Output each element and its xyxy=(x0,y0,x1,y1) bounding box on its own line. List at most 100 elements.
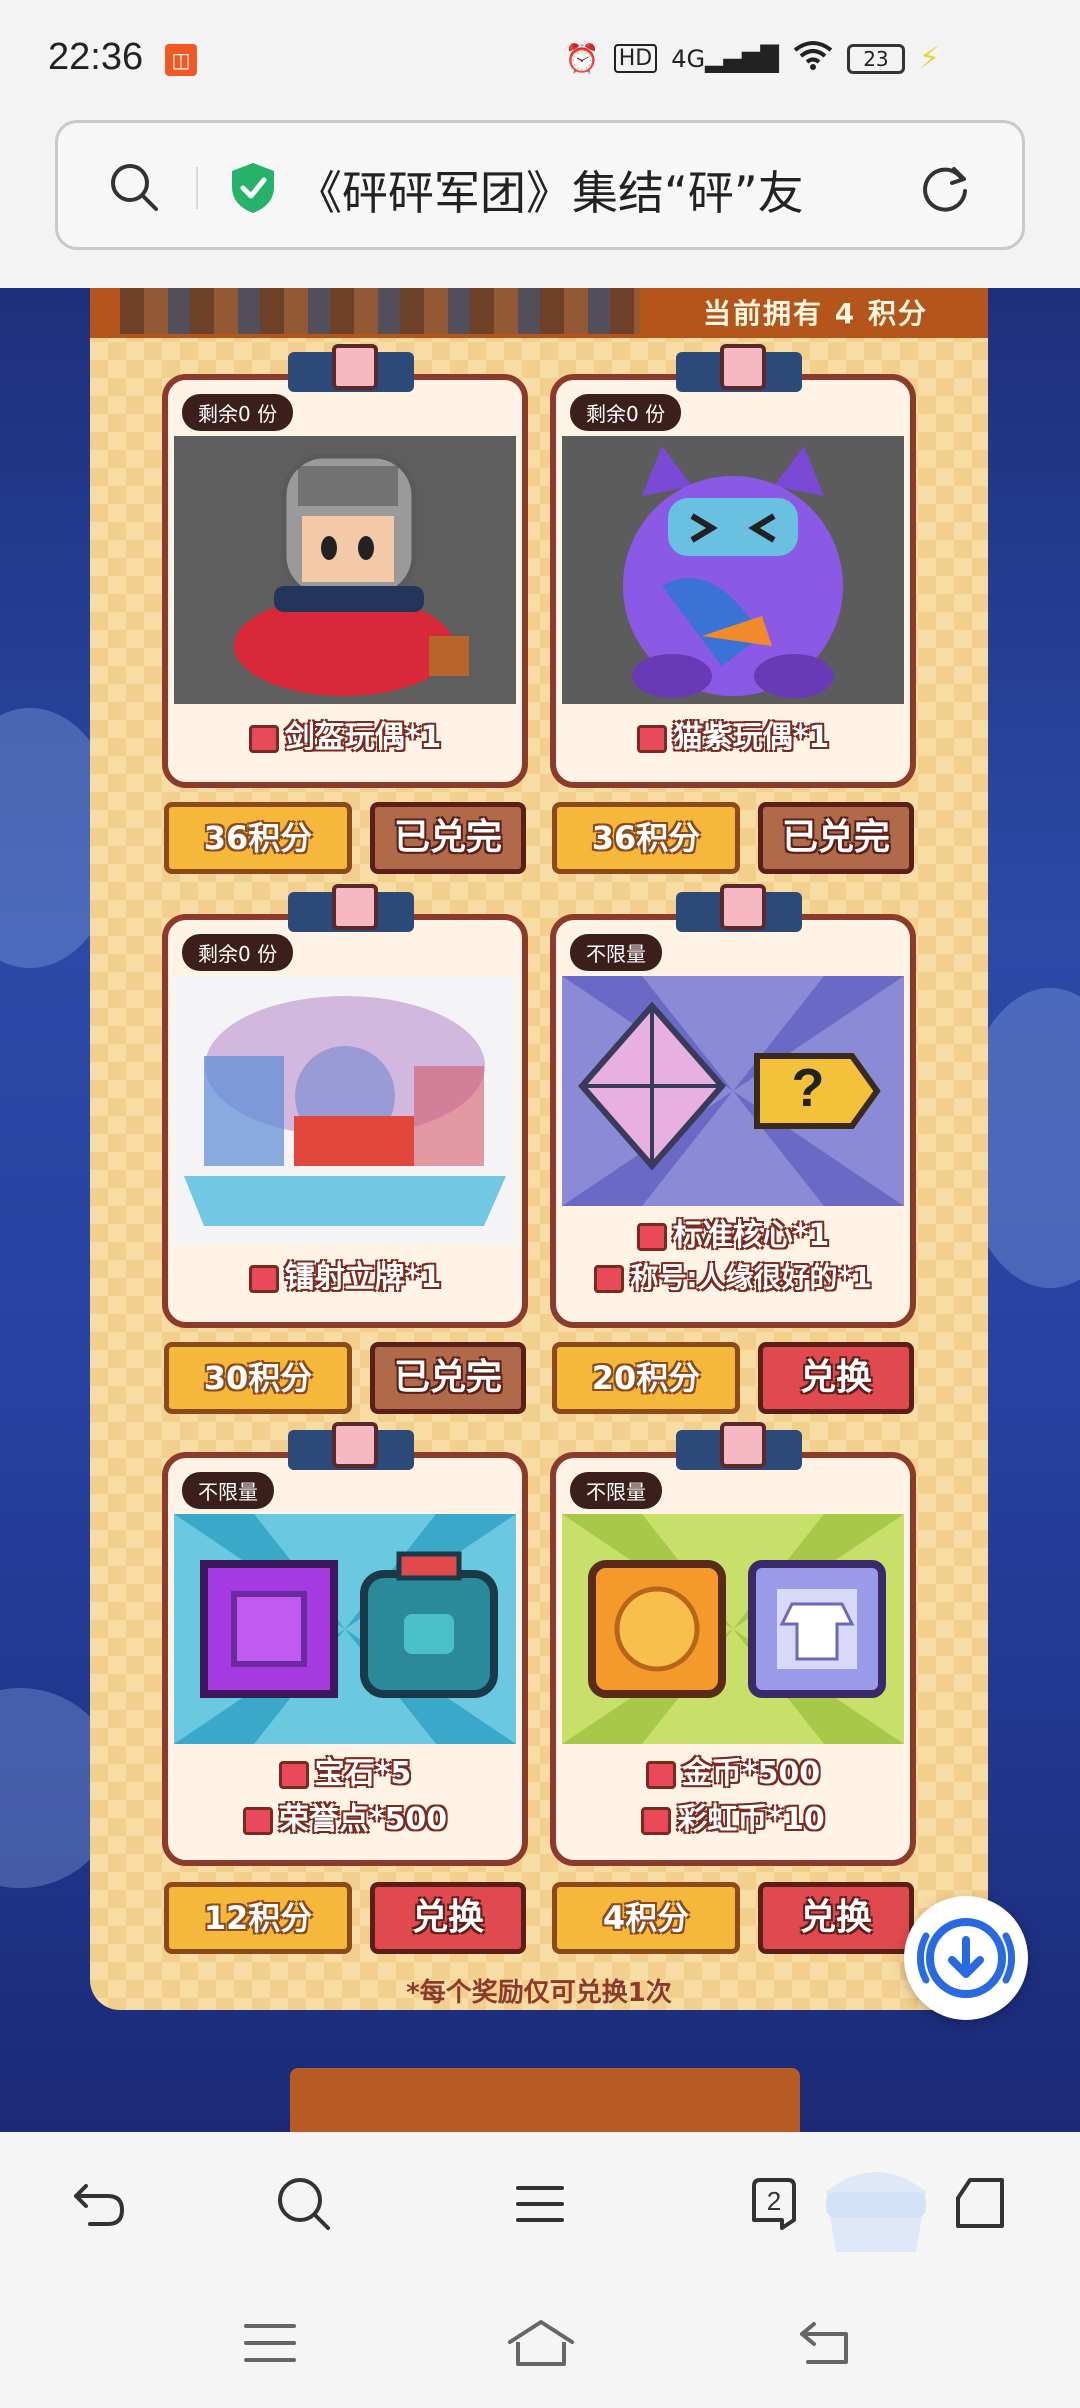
reward-line: 镭射立牌*1 xyxy=(168,1252,522,1296)
back-icon[interactable] xyxy=(68,2172,132,2236)
coin-rainbow-image xyxy=(562,1514,904,1744)
reward-card: 不限量 金币*500 彩虹币*10 xyxy=(550,1422,916,1866)
price-tag: 4积分 xyxy=(552,1882,740,1954)
reward-line: 猫紫玩偶*1 xyxy=(556,712,910,756)
reward-text: 荣誉点*500 xyxy=(278,1802,448,1837)
mascot-overlay-icon xyxy=(826,2172,926,2252)
gift-icon xyxy=(242,1806,273,1835)
exchange-panel: 当前拥有 4 积分 剩余0 份 剑盔玩偶*1 剩余0 份 猫紫玩偶*1 36积分… xyxy=(90,288,988,2010)
unlimited-tag: 不限量 xyxy=(570,1472,662,1509)
gift-icon xyxy=(248,724,279,753)
scene-banner xyxy=(290,2068,800,2132)
reward-card: 剩余0 份 镭射立牌*1 xyxy=(162,884,528,1328)
purple-cat-plush-image xyxy=(562,436,904,704)
alarm-icon: ⏰ xyxy=(564,42,600,75)
points-label: 当前拥有 4 积分 xyxy=(703,297,928,330)
reward-line: 金币*500 xyxy=(556,1748,910,1792)
stock-tag: 剩余0 份 xyxy=(182,934,294,971)
back-icon[interactable] xyxy=(794,2316,854,2370)
reward-line: 荣誉点*500 xyxy=(168,1794,522,1838)
download-fab[interactable] xyxy=(904,1896,1028,2020)
tabs-button[interactable]: 2 xyxy=(742,2172,806,2236)
status-time: 22:36 xyxy=(48,36,144,78)
wifi-icon xyxy=(793,40,833,77)
reward-text: 宝石*5 xyxy=(314,1756,412,1791)
exchange-button[interactable]: 已兑完 xyxy=(758,802,914,874)
page-title[interactable]: 《砰砰军团》集结“砰”友 xyxy=(296,157,804,223)
card-ribbon xyxy=(676,344,802,392)
home-icon[interactable] xyxy=(506,2316,576,2370)
gem-honor-image xyxy=(174,1514,516,1744)
card-ribbon xyxy=(288,1422,414,1470)
status-icons: ⏰ HD 4G▂▄▆█ 23 ⚡ xyxy=(565,40,940,77)
status-bar: 22:36 ◫ ⏰ HD 4G▂▄▆█ 23 ⚡ xyxy=(0,0,1080,118)
stock-tag: 剩余0 份 xyxy=(182,394,294,431)
address-bar[interactable]: 《砰砰军团》集结“砰”友 xyxy=(55,120,1025,250)
laser-standee-image xyxy=(174,976,516,1244)
reward-text: 标准核心*1 xyxy=(672,1218,830,1253)
exchange-button[interactable]: 兑换 xyxy=(758,1342,914,1414)
menu-icon[interactable] xyxy=(508,2172,572,2236)
unlimited-tag: 不限量 xyxy=(570,934,662,971)
exchange-button[interactable]: 兑换 xyxy=(758,1882,914,1954)
reward-text: 剑盔玩偶*1 xyxy=(284,720,442,755)
tabs-icon[interactable]: 2 xyxy=(742,2172,806,2236)
gift-icon xyxy=(641,1806,672,1835)
reward-text: 猫紫玩偶*1 xyxy=(672,720,830,755)
download-icon[interactable] xyxy=(904,1896,1028,2020)
price-tag: 12积分 xyxy=(164,1882,352,1954)
card-ribbon xyxy=(676,1422,802,1470)
card-ribbon xyxy=(288,344,414,392)
gift-icon xyxy=(594,1265,625,1293)
svg-text:?: ? xyxy=(792,1058,825,1118)
reward-text: 称号:人缘很好的*1 xyxy=(630,1261,872,1294)
charging-icon: ⚡ xyxy=(918,41,940,76)
price-tag: 30积分 xyxy=(164,1342,352,1414)
exchange-button[interactable]: 已兑完 xyxy=(370,802,526,874)
reward-card: 剩余0 份 剑盔玩偶*1 xyxy=(162,344,528,788)
price-tag: 36积分 xyxy=(164,802,352,874)
reward-line: 标准核心*1 xyxy=(556,1210,910,1254)
gift-icon xyxy=(278,1760,309,1789)
gift-icon xyxy=(636,724,667,753)
exchange-note: *每个奖励仅可兑换1次 xyxy=(406,1978,672,2008)
reward-line: 彩虹币*10 xyxy=(556,1794,910,1838)
reward-card: 不限量 ? 标准核心*1 称号:人缘很好的*1 xyxy=(550,884,916,1328)
app-notification-icon: ◫ xyxy=(165,44,197,76)
browser-toolbar: 2 xyxy=(0,2132,1080,2278)
battery-icon: 23 xyxy=(846,43,905,74)
tab-count: 2 xyxy=(767,2186,781,2216)
reward-text: 金币*500 xyxy=(681,1756,821,1791)
core-title-image: ? xyxy=(562,976,904,1206)
gift-icon xyxy=(636,1222,667,1251)
card-ribbon xyxy=(676,884,802,932)
search-icon[interactable] xyxy=(272,2172,336,2236)
stock-tag: 剩余0 份 xyxy=(570,394,682,431)
exchange-button[interactable]: 兑换 xyxy=(370,1882,526,1954)
gift-icon xyxy=(645,1760,676,1789)
home-icon[interactable] xyxy=(948,2172,1012,2236)
reward-line: 称号:人缘很好的*1 xyxy=(556,1256,910,1296)
shield-check-icon xyxy=(232,163,274,213)
address-divider xyxy=(196,167,198,209)
system-navigation xyxy=(0,2278,1080,2408)
search-icon[interactable] xyxy=(108,161,160,213)
hd-icon: HD xyxy=(613,44,658,73)
header-decoration xyxy=(120,288,640,334)
reward-card: 不限量 宝石*5 荣誉点*500 xyxy=(162,1422,528,1866)
price-tag: 36积分 xyxy=(552,802,740,874)
reward-card: 剩余0 份 猫紫玩偶*1 xyxy=(550,344,916,788)
card-ribbon xyxy=(288,884,414,932)
reward-text: 镭射立牌*1 xyxy=(284,1260,442,1295)
reward-text: 彩虹币*10 xyxy=(677,1802,825,1837)
exchange-button[interactable]: 已兑完 xyxy=(370,1342,526,1414)
price-tag: 20积分 xyxy=(552,1342,740,1414)
knight-plush-image xyxy=(174,436,516,704)
unlimited-tag: 不限量 xyxy=(182,1472,274,1509)
recents-icon[interactable] xyxy=(240,2316,300,2370)
panel-header: 当前拥有 4 积分 xyxy=(90,288,988,338)
signal-4g-icon: 4G▂▄▆█ xyxy=(671,44,779,73)
refresh-icon[interactable] xyxy=(918,161,972,215)
reward-line: 宝石*5 xyxy=(168,1748,522,1792)
reward-line: 剑盔玩偶*1 xyxy=(168,712,522,756)
